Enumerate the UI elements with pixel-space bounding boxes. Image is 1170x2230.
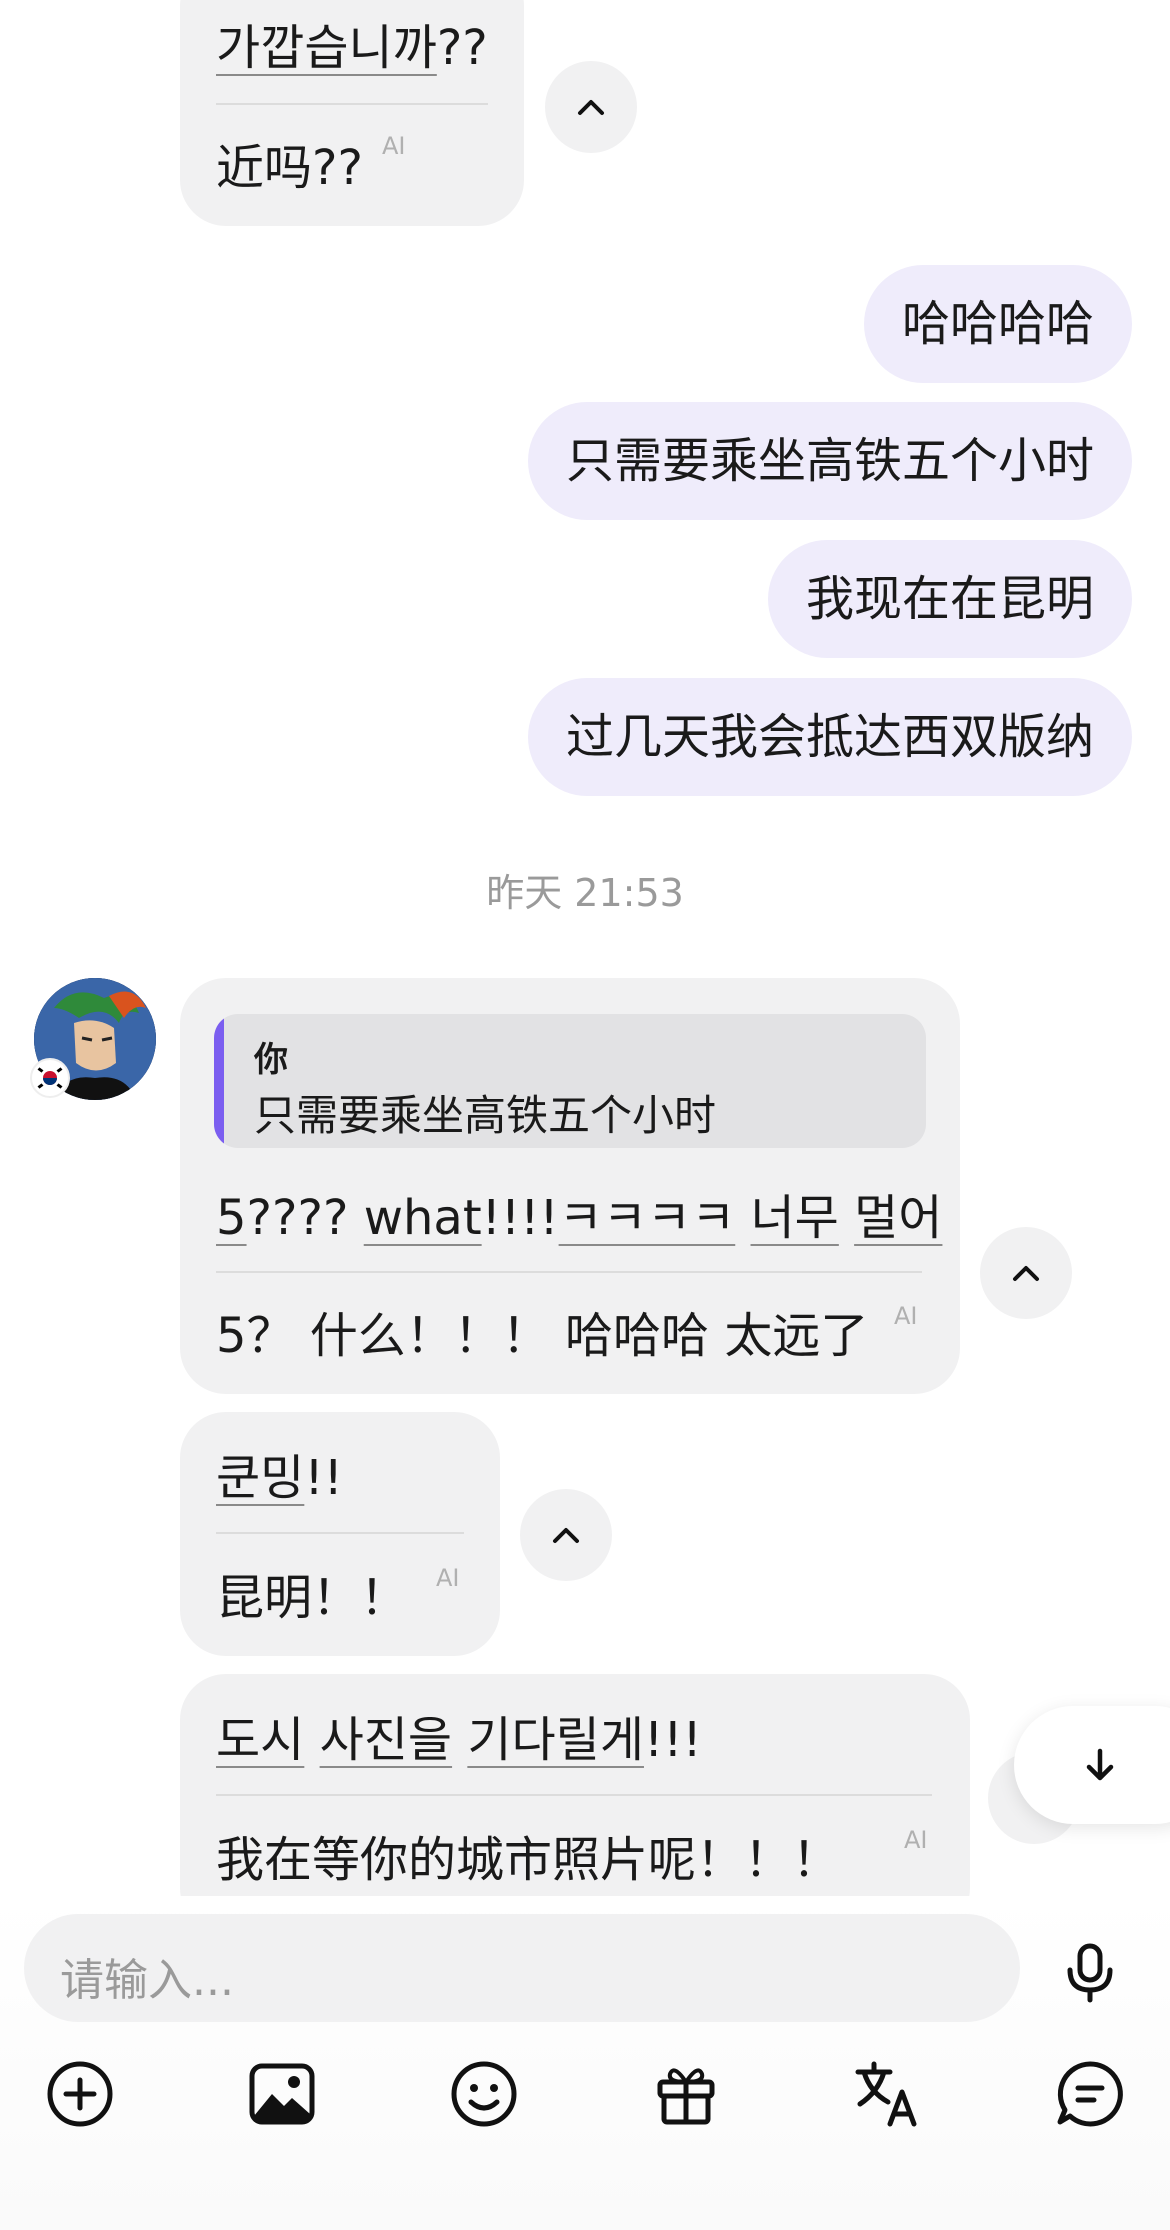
- chevron-up-icon: [578, 100, 604, 115]
- translation-divider: [216, 1794, 932, 1796]
- microphone-icon: [1067, 1943, 1113, 2003]
- chat-button[interactable]: [1054, 2058, 1126, 2130]
- country-flag-icon: [30, 1058, 70, 1098]
- punct: ????: [246, 1190, 349, 1246]
- message-bubble-outgoing[interactable]: 哈哈哈哈: [863, 265, 1132, 383]
- input-placeholder: 请输入...: [60, 1955, 234, 2006]
- ai-label: AI: [382, 132, 406, 160]
- smiley-icon: [451, 2061, 517, 2127]
- gift-button[interactable]: [650, 2058, 722, 2130]
- image-picker-button[interactable]: [246, 2058, 318, 2130]
- word[interactable]: 기다릴게: [467, 1712, 644, 1768]
- emoji-button[interactable]: [448, 2058, 520, 2130]
- quote-bar: [214, 1014, 224, 1148]
- original-text: 가깝습니까??: [216, 8, 488, 78]
- translation-text: 我在等你的城市照片呢！！！: [216, 1832, 841, 1888]
- message-bubble-incoming[interactable]: 你 只需要乘坐高铁五个小时 5???? what!!!!ㅋㅋㅋㅋ 너무 멀어 5…: [180, 978, 960, 1394]
- translate-icon: [855, 2061, 917, 2127]
- ai-label: AI: [894, 1302, 918, 1330]
- translation-text: 昆明！！: [216, 1570, 409, 1626]
- ai-label: AI: [436, 1564, 460, 1592]
- quote-text: 只需要乘坐高铁五个小时: [254, 1091, 717, 1140]
- chevron-up-icon: [553, 1528, 579, 1543]
- message-bubble-outgoing[interactable]: 我现在在昆明: [767, 540, 1132, 658]
- word[interactable]: 사진을: [320, 1712, 452, 1768]
- translation-text: 近吗??: [216, 140, 363, 196]
- translation-divider: [216, 1271, 922, 1273]
- original-text: 도시 사진을 기다릴게!!!: [216, 1700, 702, 1770]
- chevron-up-icon: [1013, 1266, 1039, 1281]
- collapse-translation-button[interactable]: [520, 1489, 612, 1581]
- punct: ??: [436, 20, 488, 76]
- message-bubble-outgoing[interactable]: 只需要乘坐高铁五个小时: [527, 402, 1132, 520]
- word[interactable]: 쿤밍: [216, 1450, 304, 1506]
- word[interactable]: 도시: [216, 1712, 304, 1768]
- add-attachment-button[interactable]: [44, 2058, 116, 2130]
- collapse-translation-button[interactable]: [980, 1227, 1072, 1319]
- timestamp: 昨天 21:53: [486, 871, 684, 915]
- word[interactable]: 5: [216, 1190, 247, 1246]
- translation-divider: [216, 103, 488, 105]
- punct: !!!: [643, 1712, 702, 1768]
- original-text: 5???? what!!!!ㅋㅋㅋㅋ 너무 멀어: [216, 1178, 942, 1248]
- word[interactable]: what: [364, 1190, 482, 1246]
- translation-divider: [216, 1532, 464, 1534]
- quote-sender: 你: [254, 1040, 288, 1080]
- plus-circle-icon: [47, 2061, 113, 2127]
- message-bubble-outgoing[interactable]: 过几天我会抵达西双版纳: [527, 678, 1132, 796]
- quoted-message[interactable]: 你 只需要乘坐高铁五个小时: [214, 1014, 926, 1148]
- word[interactable]: 멀어: [854, 1190, 942, 1246]
- voice-input-button[interactable]: [1050, 1932, 1130, 2012]
- arrow-down-icon: [1086, 1748, 1114, 1781]
- message-bubble-incoming[interactable]: 가깝습니까?? 近吗?? AI: [180, 0, 524, 226]
- gift-icon: [657, 2068, 715, 2125]
- word[interactable]: 너무: [751, 1190, 839, 1246]
- message-input[interactable]: 请输入...: [24, 1914, 1020, 2022]
- punct: !!: [304, 1450, 343, 1506]
- scroll-to-bottom-button[interactable]: [1014, 1706, 1170, 1824]
- translation-text: 5？ 什么！！！ 哈哈哈 太远了: [216, 1308, 869, 1364]
- message-bubble-incoming[interactable]: 도시 사진을 기다릴게!!! 我在等你的城市照片呢！！！ AI: [180, 1674, 970, 1934]
- punct: !!!!: [481, 1190, 559, 1246]
- message-bubble-incoming[interactable]: 쿤밍!! 昆明！！ AI: [180, 1412, 500, 1656]
- translate-button[interactable]: [852, 2058, 924, 2130]
- chat-bubble-icon: [1057, 2061, 1123, 2127]
- original-text: 쿤밍!!: [216, 1438, 343, 1508]
- image-icon: [249, 2063, 315, 2125]
- ai-label: AI: [904, 1826, 928, 1854]
- word[interactable]: 가깝습니까: [216, 20, 437, 76]
- word[interactable]: ㅋㅋㅋㅋ: [559, 1190, 736, 1246]
- collapse-translation-button[interactable]: [545, 61, 637, 153]
